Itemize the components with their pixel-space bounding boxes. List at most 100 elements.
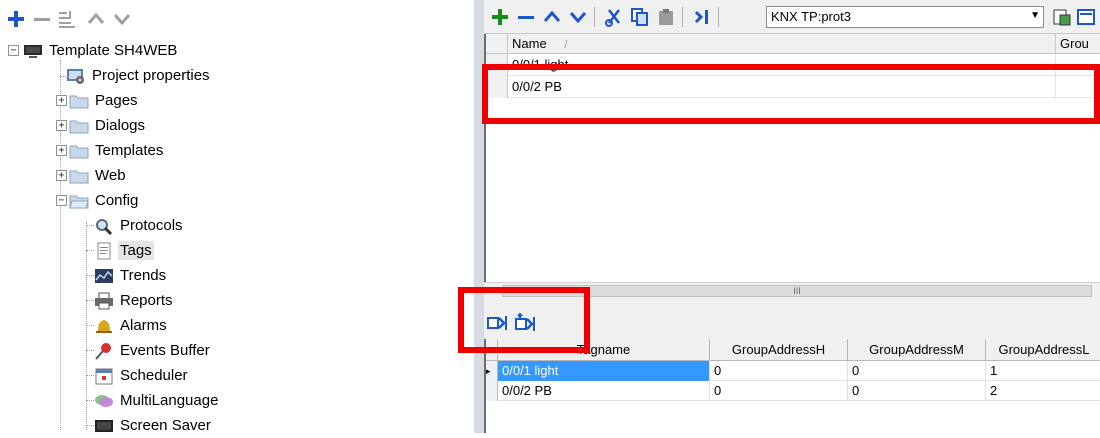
row-header[interactable] bbox=[486, 381, 498, 401]
remove-icon[interactable] bbox=[30, 6, 54, 32]
tag-name-cell[interactable]: 0/0/1 light bbox=[508, 54, 1056, 76]
horizontal-scrollbar[interactable]: ◂ III bbox=[484, 282, 1100, 299]
groupaddressl-cell[interactable]: 2 bbox=[986, 381, 1100, 401]
tree-item-scheduler[interactable]: Scheduler bbox=[94, 363, 190, 388]
tree-item-config[interactable]: − Config bbox=[56, 188, 140, 213]
groupaddressm-cell[interactable]: 0 bbox=[848, 361, 986, 381]
tree-item-dialogs[interactable]: + Dialogs bbox=[56, 113, 147, 138]
trends-icon bbox=[94, 267, 114, 285]
tree-item-tags-label: Tags bbox=[118, 241, 154, 260]
toolbar-separator bbox=[718, 7, 719, 27]
pushpin-icon bbox=[94, 342, 114, 360]
expand-icon[interactable]: + bbox=[56, 95, 67, 106]
details-toolbar bbox=[484, 299, 1100, 339]
groupaddressh-cell[interactable]: 0 bbox=[710, 381, 848, 401]
group-cell[interactable] bbox=[1056, 54, 1100, 76]
tree-item-project-properties[interactable]: Project properties bbox=[66, 63, 212, 88]
table-row[interactable]: 0/0/2 PB 0 0 2 bbox=[486, 381, 1100, 401]
tree-item-tags[interactable]: Tags bbox=[94, 238, 154, 263]
pane-splitter[interactable] bbox=[474, 0, 484, 433]
groupaddressl-cell[interactable]: 1 bbox=[986, 361, 1100, 381]
protocol-select[interactable]: KNX TP:prot3 ▼ bbox=[766, 6, 1044, 28]
tree-item-multilanguage[interactable]: MultiLanguage bbox=[94, 388, 220, 413]
column-header-groupaddressl[interactable]: GroupAddressL bbox=[986, 339, 1100, 361]
properties-icon[interactable] bbox=[56, 6, 80, 32]
group-cell[interactable] bbox=[1056, 76, 1100, 98]
tags-toolbar: KNX TP:prot3 ▼ bbox=[484, 0, 1100, 34]
tree-item-pages[interactable]: + Pages bbox=[56, 88, 140, 113]
column-header-groupaddressh[interactable]: GroupAddressH bbox=[710, 339, 848, 361]
export-tag-icon[interactable] bbox=[486, 311, 510, 335]
groupaddressh-cell[interactable]: 0 bbox=[710, 361, 848, 381]
expand-icon[interactable]: + bbox=[56, 145, 67, 156]
project-properties-icon bbox=[66, 67, 86, 85]
table-row[interactable]: ▸ 0/0/1 light 0 0 1 bbox=[486, 361, 1100, 381]
expand-icon[interactable]: + bbox=[56, 170, 67, 181]
column-header-tagname[interactable]: Tagname bbox=[498, 339, 710, 361]
tree-item-alarms[interactable]: Alarms bbox=[94, 313, 169, 338]
tagname-cell[interactable]: 0/0/2 PB bbox=[498, 381, 710, 401]
printer-icon bbox=[94, 292, 114, 310]
dictionary-icon[interactable] bbox=[1050, 5, 1074, 29]
toolbar-separator bbox=[594, 7, 595, 27]
tree-toolbar bbox=[0, 0, 474, 38]
protocols-icon bbox=[94, 217, 114, 235]
current-row-arrow-icon[interactable]: ▸ bbox=[486, 361, 498, 381]
remove-tag-icon[interactable] bbox=[514, 5, 538, 29]
add-icon[interactable] bbox=[4, 6, 28, 32]
expand-icon[interactable]: + bbox=[56, 120, 67, 131]
tree-item-trends[interactable]: Trends bbox=[94, 263, 168, 288]
table-row[interactable]: 0/0/1 light bbox=[486, 54, 1100, 76]
tag-details-header: Tagname GroupAddressH GroupAddressM Grou… bbox=[486, 339, 1100, 361]
tree-item-protocols[interactable]: Protocols bbox=[94, 213, 185, 238]
paste-icon[interactable] bbox=[654, 5, 678, 29]
collapse-icon[interactable]: − bbox=[8, 45, 19, 56]
speech-bubbles-icon bbox=[94, 392, 114, 410]
collapse-icon[interactable]: − bbox=[56, 195, 67, 206]
tags-editor: KNX TP:prot3 ▼ Name / Grou 0/0/1 light 0… bbox=[484, 0, 1100, 433]
insert-tag-icon[interactable] bbox=[514, 311, 538, 335]
add-tag-icon[interactable] bbox=[488, 5, 512, 29]
row-header-corner bbox=[486, 339, 498, 361]
tree-item-reports[interactable]: Reports bbox=[94, 288, 175, 313]
folder-icon bbox=[69, 117, 89, 135]
move-up-icon[interactable] bbox=[84, 6, 108, 32]
folder-icon bbox=[69, 92, 89, 110]
scrollbar-thumb[interactable]: III bbox=[502, 285, 1092, 297]
row-header[interactable] bbox=[486, 54, 508, 76]
table-row[interactable]: 0/0/2 PB bbox=[486, 76, 1100, 98]
scroll-left-arrow-icon[interactable]: ◂ bbox=[488, 284, 493, 295]
filter-icon[interactable] bbox=[1074, 5, 1098, 29]
tree-item-templates[interactable]: + Templates bbox=[56, 138, 165, 163]
import-icon[interactable] bbox=[690, 5, 714, 29]
protocol-select-value: KNX TP:prot3 bbox=[771, 9, 851, 24]
tree-item-screen-saver[interactable]: Screen Saver bbox=[94, 413, 213, 438]
folder-icon bbox=[69, 142, 89, 160]
alarm-bell-icon bbox=[94, 317, 114, 335]
move-down-icon[interactable] bbox=[110, 6, 134, 32]
move-down-icon[interactable] bbox=[566, 5, 590, 29]
sort-indicator-icon: / bbox=[564, 39, 568, 51]
row-header[interactable] bbox=[486, 76, 508, 98]
dropdown-arrow-icon[interactable]: ▼ bbox=[1030, 10, 1040, 21]
calendar-icon bbox=[94, 367, 114, 385]
tree-item-web[interactable]: + Web bbox=[56, 163, 128, 188]
toolbar-separator bbox=[682, 7, 683, 27]
tagname-cell[interactable]: 0/0/1 light bbox=[498, 361, 710, 381]
column-header-group[interactable]: Grou bbox=[1056, 34, 1100, 54]
screen-saver-icon bbox=[94, 417, 114, 435]
groupaddressm-cell[interactable]: 0 bbox=[848, 381, 986, 401]
move-up-icon[interactable] bbox=[540, 5, 564, 29]
tags-grid: Name / Grou 0/0/1 light 0/0/2 PB bbox=[484, 34, 1100, 282]
column-header-groupaddressm[interactable]: GroupAddressM bbox=[848, 339, 986, 361]
tag-details-grid: Tagname GroupAddressH GroupAddressM Grou… bbox=[484, 339, 1100, 433]
copy-icon[interactable] bbox=[628, 5, 652, 29]
tree-item-events-buffer[interactable]: Events Buffer bbox=[94, 338, 212, 363]
column-header-name[interactable]: Name / bbox=[508, 34, 1056, 54]
tree-root-label: Template SH4WEB bbox=[49, 42, 178, 59]
cut-icon[interactable] bbox=[602, 5, 626, 29]
tree-guide-line bbox=[86, 222, 87, 430]
tree-root[interactable]: − Template SH4WEB bbox=[8, 38, 179, 63]
tags-grid-header: Name / Grou bbox=[486, 34, 1100, 54]
tag-name-cell[interactable]: 0/0/2 PB bbox=[508, 76, 1056, 98]
